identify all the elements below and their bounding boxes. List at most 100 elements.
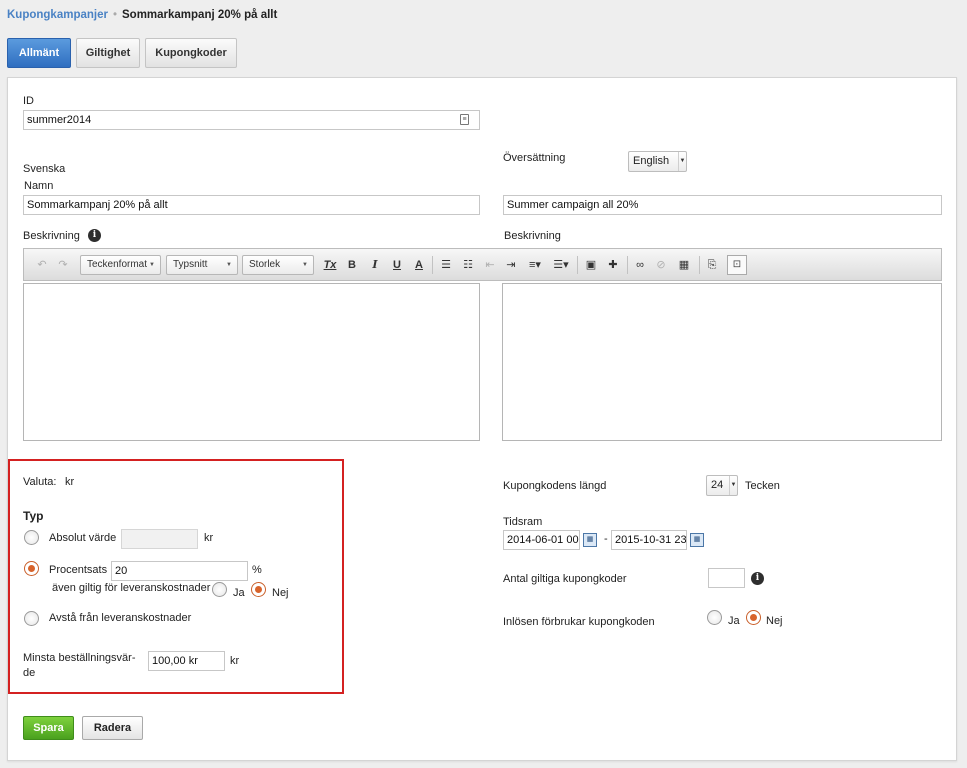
breadcrumb: Kupongkampanjer • Sommarkampanj 20% på all… xyxy=(7,9,277,21)
font-select[interactable]: Typsnitt ▼ xyxy=(166,255,238,275)
min-order-label-line1: Minsta beställningsvär- xyxy=(23,652,136,664)
date-from-input[interactable]: 2014-06-01 00 xyxy=(503,530,580,550)
code-length-label: Kupongkodens längd xyxy=(503,480,607,492)
numbered-list-icon[interactable]: ☰ xyxy=(439,256,453,274)
type-heading: Typ xyxy=(23,509,44,523)
bullet-list-icon[interactable]: ☷ xyxy=(461,256,475,274)
font-select-label: Typsnitt xyxy=(173,259,208,270)
radio-absolute-value[interactable] xyxy=(24,530,39,545)
name-input-english[interactable]: Summer campaign all 20% xyxy=(503,195,942,215)
calendar-icon[interactable]: ▦ xyxy=(583,533,597,547)
table-icon[interactable]: ▦ xyxy=(676,256,692,274)
toolbar-separator xyxy=(577,256,578,274)
code-length-select[interactable]: 24 ▼ xyxy=(706,475,738,496)
chevron-down-icon: ▼ xyxy=(226,262,232,268)
absolute-value-unit: kr xyxy=(204,532,214,544)
tab-coupon-codes[interactable]: Kupongkoder xyxy=(145,38,237,68)
align-icon[interactable]: ≡▾ xyxy=(525,256,545,274)
code-length-value: 24 xyxy=(711,479,724,491)
redeem-yes-label: Ja xyxy=(728,615,740,627)
date-from-value: 2014-06-01 00 xyxy=(507,534,579,546)
name-value-swedish: Sommarkampanj 20% på allt xyxy=(27,199,168,211)
calendar-icon[interactable]: ▦ xyxy=(690,533,704,547)
description-editor-english[interactable] xyxy=(502,283,942,441)
format-select[interactable]: Teckenformat ▼ xyxy=(80,255,161,275)
date-to-input[interactable]: 2015-10-31 23 xyxy=(611,530,687,550)
redo-icon[interactable]: ↷ xyxy=(57,256,69,274)
currency-label: Valuta: xyxy=(23,476,57,488)
format-select-label: Teckenformat xyxy=(87,259,148,270)
image-icon[interactable]: ▣ xyxy=(584,256,598,274)
redeem-no-label: Nej xyxy=(766,615,783,627)
indent-icon[interactable]: ⇥ xyxy=(504,256,518,274)
language-label-swedish: Svenska xyxy=(23,163,66,175)
plugin-icon[interactable]: ✚ xyxy=(606,256,620,274)
bold-button[interactable]: B xyxy=(346,256,358,274)
source-code-icon[interactable]: ⎘ xyxy=(705,256,719,274)
min-order-label-line2: de xyxy=(23,667,36,679)
shipping-valid-label: även giltig för leveranskostnader xyxy=(52,582,211,594)
translation-label: Översättning xyxy=(503,152,566,164)
translation-language-select[interactable]: English ▼ xyxy=(628,151,687,172)
absolute-value-input[interactable] xyxy=(121,529,198,549)
toolbar-separator xyxy=(627,256,628,274)
tab-validity[interactable]: Giltighet xyxy=(76,38,140,68)
shipping-no-label: Nej xyxy=(272,587,289,599)
name-label: Namn xyxy=(24,180,54,192)
radio-percentage[interactable] xyxy=(24,561,39,576)
min-order-input[interactable]: 100,00 kr xyxy=(148,651,225,671)
description-label-swedish: Beskrivning xyxy=(23,230,80,242)
outdent-icon[interactable]: ⇤ xyxy=(483,256,497,274)
valid-codes-input[interactable] xyxy=(708,568,745,588)
chevron-down-icon: ▼ xyxy=(729,476,737,495)
breadcrumb-current: Sommarkampanj 20% på allt xyxy=(122,9,278,21)
toolbar-separator xyxy=(432,256,433,274)
editor-toolbar: ↶ ↷ Teckenformat ▼ Typsnitt ▼ Storlek ▼ Tx … xyxy=(23,248,942,281)
min-order-value: 100,00 kr xyxy=(152,655,198,667)
link-icon[interactable]: ∞ xyxy=(633,256,647,274)
breadcrumb-separator: • xyxy=(112,9,117,21)
shipping-yes-label: Ja xyxy=(233,587,245,599)
free-shipping-label: Avstå från leveranskostnader xyxy=(49,612,192,624)
id-value: summer2014 xyxy=(27,114,92,126)
chevron-down-icon: ▼ xyxy=(149,262,155,268)
italic-button[interactable]: I xyxy=(369,256,381,274)
fullscreen-icon[interactable]: ⊡ xyxy=(727,255,747,275)
info-icon[interactable]: i xyxy=(88,229,101,242)
radio-shipping-yes[interactable] xyxy=(212,582,227,597)
unlink-icon[interactable]: ⊘ xyxy=(654,256,668,274)
radio-shipping-no[interactable] xyxy=(251,582,266,597)
radio-redeem-no[interactable] xyxy=(746,610,761,625)
radio-free-shipping[interactable] xyxy=(24,611,39,626)
description-label-english: Beskrivning xyxy=(504,230,561,242)
id-card-icon: ≡ xyxy=(460,114,469,125)
clear-format-icon[interactable]: Tx xyxy=(323,256,337,274)
breadcrumb-link-coupon-campaigns[interactable]: Kupongkampanjer xyxy=(7,9,108,21)
id-label: ID xyxy=(23,95,34,107)
percentage-input[interactable]: 20 xyxy=(111,561,248,581)
timeframe-label: Tidsram xyxy=(503,516,543,528)
absolute-value-label: Absolut värde xyxy=(49,532,117,544)
text-color-button[interactable]: A xyxy=(413,256,425,274)
code-length-unit: Tecken xyxy=(745,480,780,492)
list-style-icon[interactable]: ☰▾ xyxy=(551,256,571,274)
underline-button[interactable]: U xyxy=(391,256,403,274)
undo-icon[interactable]: ↶ xyxy=(36,256,48,274)
radio-redeem-yes[interactable] xyxy=(707,610,722,625)
info-icon[interactable]: i xyxy=(751,572,764,585)
date-to-value: 2015-10-31 23 xyxy=(615,534,687,546)
description-editor-swedish[interactable] xyxy=(23,283,480,441)
save-button[interactable]: Spara xyxy=(23,716,74,740)
percentage-value: 20 xyxy=(115,565,128,577)
size-select[interactable]: Storlek ▼ xyxy=(242,255,314,275)
tab-general[interactable]: Allmänt xyxy=(7,38,71,68)
chevron-down-icon: ▼ xyxy=(678,152,686,171)
id-input[interactable]: summer2014 xyxy=(23,110,480,130)
redeem-label: Inlösen förbrukar kupongkoden xyxy=(503,616,655,628)
delete-button[interactable]: Radera xyxy=(82,716,143,740)
size-select-label: Storlek xyxy=(249,259,281,270)
currency-value: kr xyxy=(65,476,75,488)
name-value-english: Summer campaign all 20% xyxy=(507,199,639,211)
date-separator: - xyxy=(604,533,608,545)
name-input-swedish[interactable]: Sommarkampanj 20% på allt xyxy=(23,195,480,215)
